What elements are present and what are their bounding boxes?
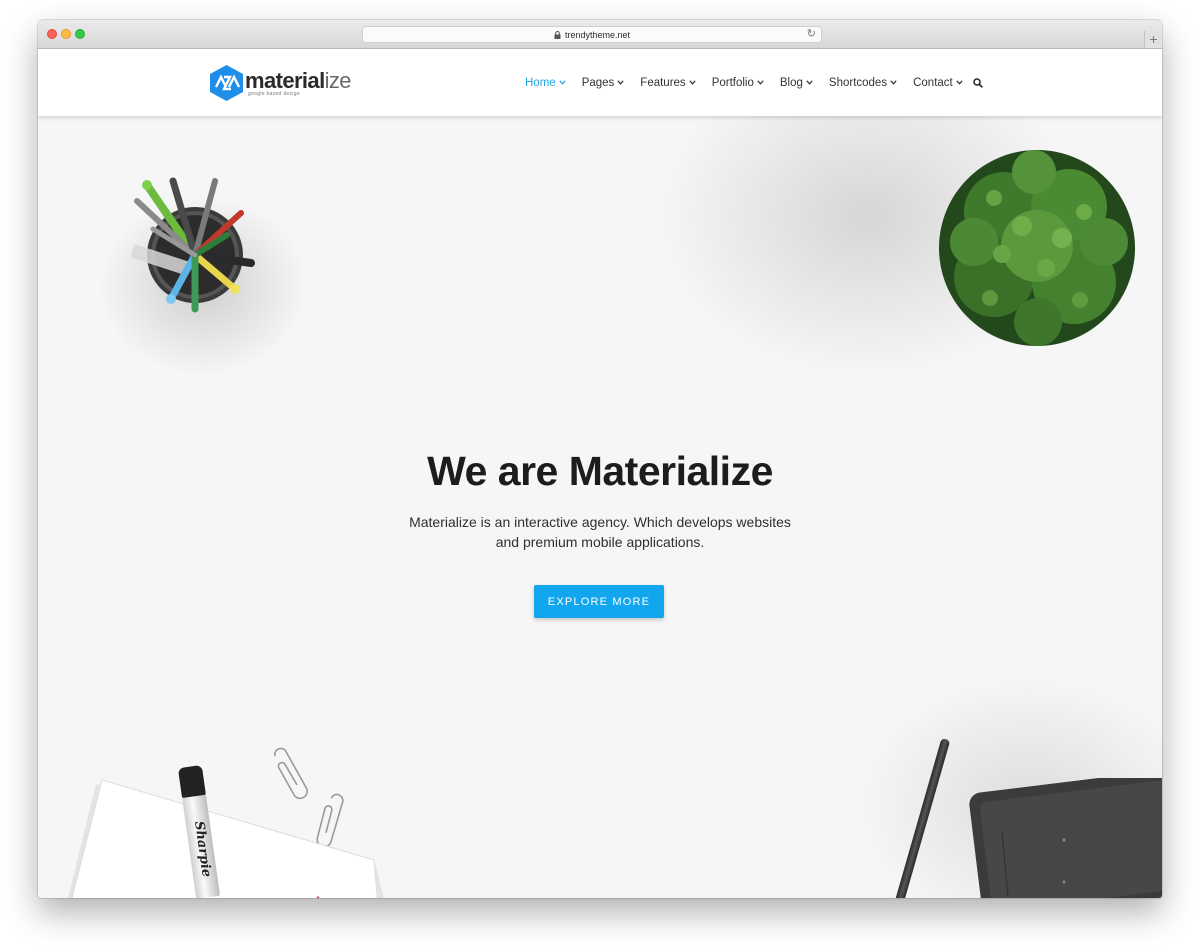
reload-icon[interactable]: ↻ [807, 28, 816, 41]
graphics-tablet-image [969, 778, 1162, 898]
chevron-down-icon [559, 80, 566, 85]
logo-hexagon-icon [210, 65, 243, 101]
nav-item-contact[interactable]: Contact [913, 77, 963, 89]
hero-section: We are Materialize Materialize is an int… [38, 116, 1162, 898]
url-text: trendytheme.net [564, 29, 631, 40]
plant-image [939, 150, 1135, 346]
site-header: materialize google based design Home Pag… [38, 49, 1162, 116]
minimize-window-button[interactable] [61, 29, 71, 39]
hero-subtitle: Materialize is an interactive agency. Wh… [350, 512, 850, 552]
address-bar[interactable]: trendytheme.net ↻ [362, 26, 822, 43]
nav-item-label: Blog [779, 76, 803, 89]
chevron-down-icon [890, 80, 897, 85]
nav-item-label: Contact [913, 76, 953, 89]
chevron-down-icon [617, 80, 624, 85]
nav-item-home[interactable]: Home [525, 77, 566, 89]
new-tab-button[interactable]: + [1144, 31, 1162, 48]
hero-subtitle-line: Materialize is an interactive agency. Wh… [409, 514, 791, 530]
close-window-button[interactable] [47, 29, 57, 39]
logo[interactable]: materialize google based design [210, 65, 352, 101]
nav-item-pages[interactable]: Pages [582, 77, 625, 89]
logo-tagline: google based design [248, 91, 300, 97]
nav-item-features[interactable]: Features [640, 76, 696, 89]
browser-window: trendytheme.net ↻ + materialize google b… [38, 20, 1162, 898]
chevron-down-icon [806, 80, 813, 85]
pen-holder-image [130, 177, 255, 313]
nav-item-shortcodes[interactable]: Shortcodes [829, 77, 897, 89]
nav-item-label: Shortcodes [828, 76, 888, 89]
explore-more-button[interactable]: EXPLORE MORE [534, 585, 664, 618]
lock-icon [554, 30, 561, 39]
nav-item-label: Home [525, 76, 556, 89]
chevron-down-icon [956, 80, 963, 85]
search-icon[interactable] [972, 77, 983, 88]
chevron-down-icon [757, 80, 764, 85]
zoom-window-button[interactable] [75, 29, 85, 39]
hero-title: We are Materialize [427, 448, 773, 494]
nav-item-blog[interactable]: Blog [780, 77, 813, 89]
nav-item-label: Pages [581, 76, 615, 89]
notebook-image [67, 779, 384, 898]
nav-item-label: Portfolio [711, 76, 754, 89]
nav-item-label: Features [640, 76, 686, 89]
chevron-down-icon [689, 80, 696, 85]
hero-subtitle-line: and premium mobile applications. [495, 534, 705, 550]
logo-wordmark: materialize [245, 68, 352, 93]
main-nav: Home Pages Features Portfolio Blog Short… [525, 49, 983, 116]
browser-titlebar: trendytheme.net ↻ + [38, 20, 1162, 49]
nav-item-portfolio[interactable]: Portfolio [712, 77, 764, 89]
